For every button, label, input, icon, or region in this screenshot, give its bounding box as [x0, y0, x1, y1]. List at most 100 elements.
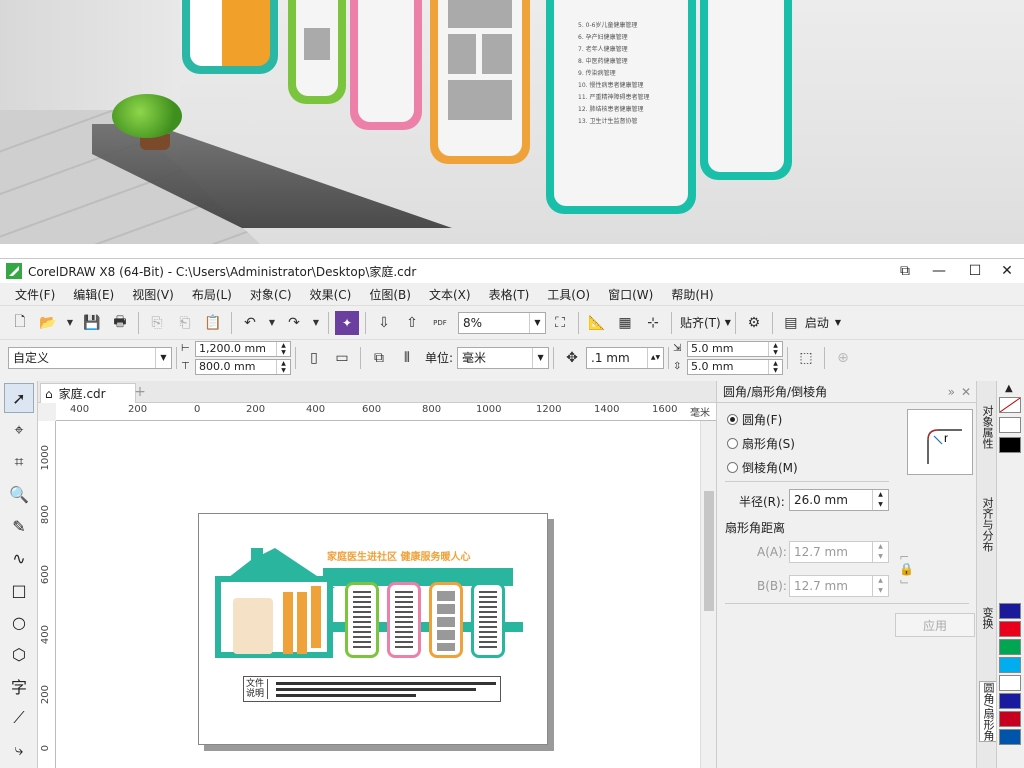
menu-text[interactable]: 文本(X): [420, 286, 480, 303]
current-page-icon[interactable]: ⫴: [395, 346, 419, 370]
save-icon[interactable]: 💾: [80, 311, 104, 335]
page-border-icon[interactable]: ⬚: [794, 346, 818, 370]
docker-close-icon[interactable]: ✕: [961, 385, 971, 399]
rectangle-tool-icon[interactable]: □: [4, 575, 34, 605]
print-icon[interactable]: 🖶: [108, 311, 132, 335]
spin-icon[interactable]: ▲▼: [768, 341, 782, 356]
units-select[interactable]: 毫米 ▼: [457, 346, 550, 369]
polygon-tool-icon[interactable]: ⬡: [4, 639, 34, 669]
menu-tools[interactable]: 工具(O): [538, 286, 599, 303]
tab-fillet-scallop[interactable]: 圆角/扇形角: [979, 681, 997, 742]
palette-scroll-up-icon[interactable]: ▲: [1005, 383, 1013, 394]
import-icon[interactable]: ⇩: [372, 311, 396, 335]
palette-swatch[interactable]: [999, 693, 1021, 709]
distance-a-field[interactable]: 12.7 mm ▲ ▼: [789, 541, 889, 563]
pick-tool-icon[interactable]: ➚: [4, 383, 34, 413]
zoom-tool-icon[interactable]: 🔍: [4, 479, 34, 509]
tab-transform[interactable]: 变换: [979, 607, 995, 629]
maximize-button[interactable]: ☐: [964, 261, 986, 281]
add-preset-icon[interactable]: ⊕: [831, 346, 855, 370]
design-card-orange[interactable]: [429, 582, 463, 658]
menu-file[interactable]: 文件(F): [6, 286, 64, 303]
page-size-preset-select[interactable]: 自定义 ▼: [8, 346, 172, 369]
palette-swatch[interactable]: [999, 437, 1021, 453]
vertical-ruler[interactable]: 1000 800 600 400 200 0: [38, 421, 56, 768]
menu-object[interactable]: 对象(C): [241, 286, 301, 303]
publish-pdf-icon[interactable]: PDF: [428, 311, 452, 335]
drawing-canvas[interactable]: 家庭医生进社区 健康服务暖人心 文件说明: [56, 421, 700, 768]
tab-align-distribute[interactable]: 对齐与分布: [979, 497, 995, 552]
design-card-pink[interactable]: [387, 582, 421, 658]
crop-tool-icon[interactable]: ⌗: [4, 447, 34, 477]
palette-swatch[interactable]: [999, 657, 1021, 673]
open-dropdown-icon[interactable]: ▼: [64, 311, 76, 335]
menu-help[interactable]: 帮助(H): [662, 286, 722, 303]
explanation-box[interactable]: 文件说明: [243, 676, 501, 702]
portrait-icon[interactable]: ▯: [302, 346, 326, 370]
show-rulers-icon[interactable]: 📐: [585, 311, 609, 335]
show-guidelines-icon[interactable]: ⊹: [641, 311, 665, 335]
page-height-field[interactable]: 800.0 mm ▲ ▼: [195, 358, 291, 375]
option-chamfer[interactable]: 倒棱角(M): [727, 459, 798, 476]
scrollbar-thumb[interactable]: [704, 491, 714, 611]
search-content-icon[interactable]: ✦: [335, 310, 359, 335]
restore-docker-button[interactable]: ⧉: [894, 261, 916, 281]
menu-window[interactable]: 窗口(W): [599, 286, 662, 303]
horizontal-ruler[interactable]: 400 200 0 200 400 600 800 1000 1200 1400…: [56, 403, 716, 421]
spin-icon[interactable]: ▲▼: [872, 542, 888, 562]
palette-swatch[interactable]: [999, 675, 1021, 691]
chevron-down-icon[interactable]: ▼: [529, 312, 545, 333]
menu-edit[interactable]: 编辑(E): [64, 286, 123, 303]
chevron-down-icon[interactable]: ▼: [155, 347, 171, 368]
radio-icon[interactable]: [727, 462, 738, 473]
launch-menu[interactable]: 启动: [805, 314, 829, 331]
radius-field[interactable]: 26.0 mm ▲ ▼: [789, 489, 889, 511]
minimize-button[interactable]: —: [928, 261, 950, 281]
menu-bitmaps[interactable]: 位图(B): [360, 286, 420, 303]
option-scallop[interactable]: 扇形角(S): [727, 435, 795, 452]
spin-icon[interactable]: ▲▼: [276, 341, 290, 356]
launch-icon[interactable]: ▤: [779, 311, 803, 335]
duplicate-x-field[interactable]: 5.0 mm ▲ ▼: [687, 340, 784, 357]
full-screen-preview-icon[interactable]: ⛶: [548, 311, 572, 335]
spin-icon[interactable]: ▲▼: [647, 347, 663, 368]
chevron-down-icon[interactable]: ▼: [532, 347, 548, 368]
chevron-down-icon[interactable]: ▼: [725, 318, 731, 327]
ellipse-tool-icon[interactable]: ○: [4, 607, 34, 637]
cut-icon[interactable]: ⎘: [145, 311, 169, 335]
undo-dropdown-icon[interactable]: ▼: [266, 311, 278, 335]
nudge-distance-field[interactable]: .1 mm ▲▼: [586, 346, 665, 369]
artistic-media-icon[interactable]: ∿: [4, 543, 34, 573]
tab-object-properties[interactable]: 对象属性: [979, 405, 995, 449]
palette-swatch[interactable]: [999, 639, 1021, 655]
menu-view[interactable]: 视图(V): [123, 286, 183, 303]
dimension-tool-icon[interactable]: ⟋: [4, 703, 34, 733]
menu-table[interactable]: 表格(T): [480, 286, 539, 303]
tab-document[interactable]: ⌂ 家庭.cdr: [40, 383, 136, 403]
vertical-scrollbar[interactable]: [700, 421, 716, 768]
show-grid-icon[interactable]: ▦: [613, 311, 637, 335]
menu-effects[interactable]: 效果(C): [301, 286, 361, 303]
spin-icon[interactable]: ▲▼: [768, 359, 782, 374]
lock-icon[interactable]: ⌐ 🔒 ⌙: [899, 551, 914, 587]
snap-to-menu[interactable]: 贴齐(T): [680, 314, 721, 331]
palette-swatch[interactable]: [999, 621, 1021, 637]
zoom-level-field[interactable]: 8% ▼: [458, 311, 546, 334]
distance-b-field[interactable]: 12.7 mm ▲ ▼: [789, 575, 889, 597]
redo-dropdown-icon[interactable]: ▼: [310, 311, 322, 335]
no-fill-swatch[interactable]: [999, 397, 1021, 413]
landscape-icon[interactable]: ▭: [330, 346, 354, 370]
all-pages-icon[interactable]: ⧉: [367, 346, 391, 370]
paste-icon[interactable]: 📋: [201, 311, 225, 335]
copy-icon[interactable]: ⎗: [173, 311, 197, 335]
new-document-icon[interactable]: 🗋: [8, 311, 32, 335]
radio-icon[interactable]: [727, 414, 738, 425]
options-gear-icon[interactable]: ⚙: [742, 311, 766, 335]
design-card-teal[interactable]: [471, 582, 505, 658]
docker-expand-icon[interactable]: »: [948, 385, 955, 399]
design-house-panel[interactable]: 家庭医生进社区 健康服务暖人心: [215, 548, 535, 658]
design-card-green[interactable]: [345, 582, 379, 658]
page-width-field[interactable]: 1,200.0 mm ▲ ▼: [195, 340, 291, 357]
apply-button[interactable]: 应用: [895, 613, 975, 637]
redo-icon[interactable]: ↷: [282, 311, 306, 335]
